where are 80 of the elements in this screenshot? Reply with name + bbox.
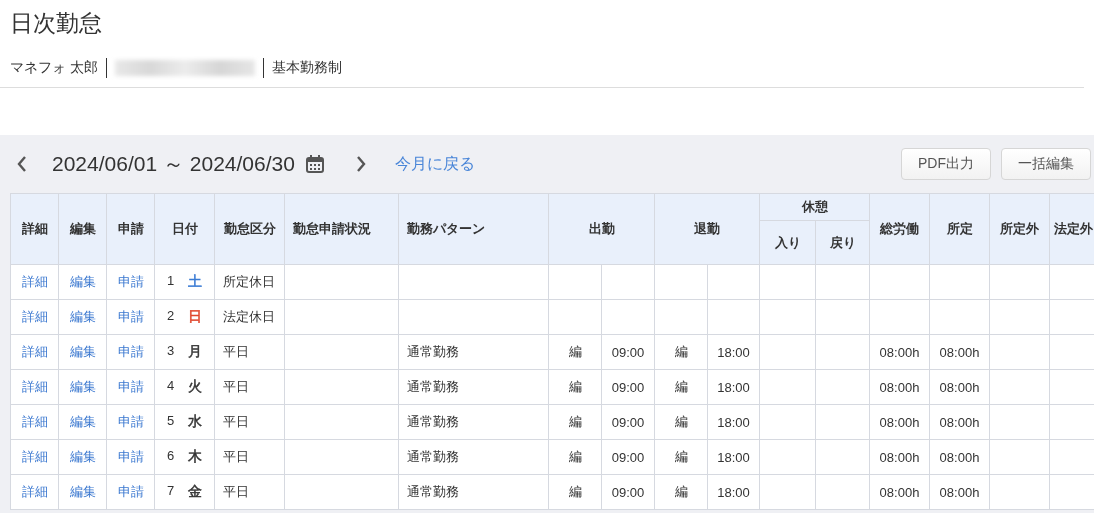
calendar-icon[interactable]	[304, 154, 325, 174]
current-month-link[interactable]: 今月に戻る	[394, 153, 475, 175]
column-header: 勤怠区分	[214, 193, 285, 265]
column-header: 所定外	[989, 193, 1050, 265]
attendance-category: 平日	[223, 484, 249, 499]
weekday-label: 金	[188, 483, 203, 501]
column-header: 退勤	[654, 193, 760, 265]
work-pattern: 通常勤務	[407, 449, 459, 464]
column-header: 戻り	[815, 220, 870, 265]
attendance-category: 平日	[223, 344, 249, 359]
edited-mark: 編	[568, 344, 582, 359]
column-header: 編集	[58, 193, 107, 265]
scheduled-hours: 08:00h	[939, 449, 980, 465]
edited-mark: 編	[568, 449, 582, 464]
clock-out-time: 18:00	[717, 449, 750, 465]
clock-in-time: 09:00	[611, 449, 645, 465]
weekday-label: 日	[188, 308, 203, 326]
edited-mark: 編	[674, 449, 688, 464]
attendance-category: 平日	[223, 449, 249, 464]
day-number: 2	[166, 308, 175, 325]
clock-in-time: 09:00	[611, 379, 645, 395]
column-header: 勤務パターン	[398, 193, 549, 265]
weekday-label: 火	[188, 378, 203, 396]
column-header: 出勤	[548, 193, 655, 265]
work-pattern: 通常勤務	[407, 484, 459, 499]
day-number: 7	[166, 483, 175, 500]
edited-mark: 編	[568, 414, 582, 429]
clock-out-time: 18:00	[717, 379, 750, 395]
day-number: 5	[166, 413, 175, 430]
weekday-label: 水	[188, 413, 203, 431]
edited-mark: 編	[674, 344, 688, 359]
edited-mark: 編	[674, 484, 688, 499]
weekday-label: 月	[188, 343, 203, 361]
column-header: 勤怠申請状況	[284, 193, 399, 265]
column-header: 申請	[106, 193, 155, 265]
clock-in-time: 09:00	[611, 344, 645, 360]
total-hours: 08:00h	[879, 344, 920, 360]
clock-out-time: 18:00	[717, 344, 750, 360]
page-title: 日次勤怠	[10, 9, 102, 38]
column-header: 法定外	[1049, 193, 1094, 265]
employee-name: マネフォ 太郎	[10, 59, 98, 77]
column-header: 詳細	[10, 193, 59, 265]
work-system: 基本勤務制	[271, 59, 342, 77]
clock-out-time: 18:00	[717, 484, 750, 500]
column-header: 日付	[154, 193, 215, 265]
toolbar-button[interactable]: 一括編集	[1001, 148, 1091, 180]
column-header: 入り	[759, 220, 816, 265]
day-number: 3	[166, 343, 175, 360]
attendance-category: 法定休日	[223, 309, 275, 324]
scheduled-hours: 08:00h	[939, 414, 980, 430]
weekday-label: 土	[188, 273, 203, 291]
work-pattern: 通常勤務	[407, 379, 459, 394]
day-number: 6	[166, 448, 175, 465]
clock-out-time: 18:00	[717, 414, 750, 430]
column-header: 総労働	[869, 193, 930, 265]
work-pattern: 通常勤務	[407, 414, 459, 429]
scheduled-hours: 08:00h	[939, 484, 980, 500]
total-hours: 08:00h	[879, 379, 920, 395]
scheduled-hours: 08:00h	[939, 344, 980, 360]
column-header: 所定	[929, 193, 990, 265]
day-number: 4	[166, 378, 175, 395]
edited-mark: 編	[674, 379, 688, 394]
attendance-category: 所定休日	[223, 274, 275, 289]
edited-mark: 編	[568, 484, 582, 499]
total-hours: 08:00h	[879, 414, 920, 430]
work-pattern: 通常勤務	[407, 344, 459, 359]
edited-mark: 編	[674, 414, 688, 429]
attendance-category: 平日	[223, 414, 249, 429]
edited-mark: 編	[568, 379, 582, 394]
clock-in-time: 09:00	[611, 484, 645, 500]
scheduled-hours: 08:00h	[939, 379, 980, 395]
toolbar-button[interactable]: PDF出力	[901, 148, 991, 180]
clock-in-time: 09:00	[611, 414, 645, 430]
total-hours: 08:00h	[879, 449, 920, 465]
date-range: 2024/06/01 ～ 2024/06/30	[52, 151, 295, 177]
total-hours: 08:00h	[879, 484, 920, 500]
attendance-category: 平日	[223, 379, 249, 394]
day-number: 1	[166, 273, 175, 290]
column-header: 休憩	[759, 193, 870, 221]
weekday-label: 木	[188, 448, 203, 466]
